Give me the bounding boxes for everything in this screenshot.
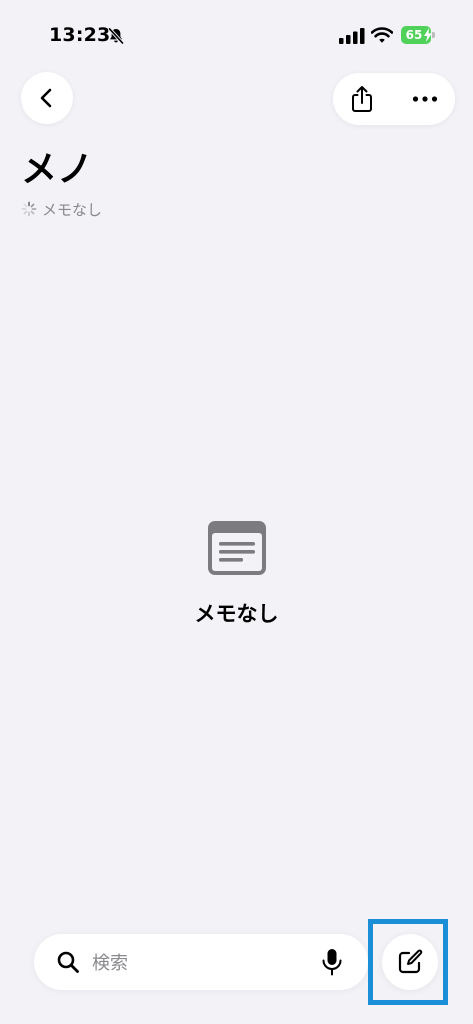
compose-button[interactable] (382, 934, 438, 990)
back-button[interactable] (21, 72, 73, 124)
wifi-icon (371, 27, 393, 43)
empty-state: メモなし (0, 520, 473, 628)
page-title: メノ (21, 149, 94, 190)
ellipsis-icon (412, 96, 438, 102)
more-button[interactable] (395, 73, 455, 125)
battery-indicator: 65 (401, 26, 435, 44)
search-bar[interactable] (34, 934, 368, 992)
battery-cap (432, 32, 435, 38)
bell-slash-icon (108, 27, 124, 45)
share-icon (352, 86, 372, 112)
mic-icon[interactable] (321, 948, 343, 976)
compose-icon (398, 949, 423, 974)
toolbar-pill (333, 73, 455, 125)
signal-icon (339, 28, 365, 44)
spinner-icon (21, 201, 37, 217)
search-input[interactable] (90, 934, 314, 992)
status-time: 13:23 (49, 24, 111, 46)
subtitle-text: メモなし (42, 200, 103, 219)
search-icon (57, 951, 79, 973)
note-icon (207, 521, 266, 575)
empty-state-label: メモなし (194, 602, 279, 626)
chevron-left-icon (40, 88, 52, 108)
status-bar: 13:23 65 (0, 0, 473, 60)
share-button[interactable] (333, 73, 391, 125)
note-count-subtitle: メモなし (21, 199, 102, 219)
